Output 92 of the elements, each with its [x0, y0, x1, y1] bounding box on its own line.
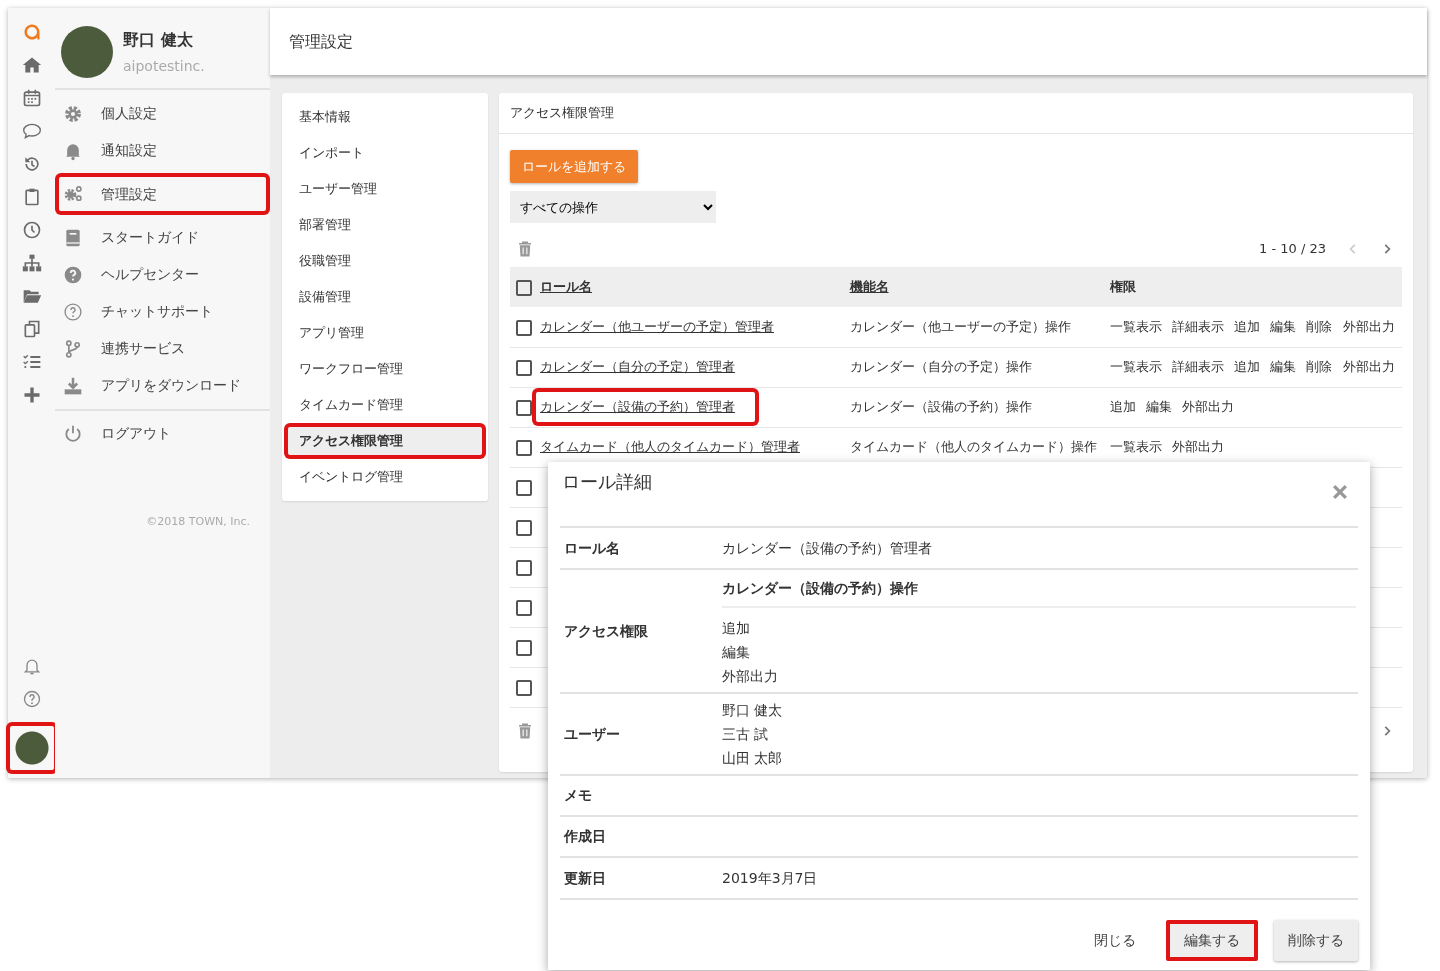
field-label: 作成日 — [562, 827, 607, 846]
calendar-icon[interactable] — [21, 88, 42, 108]
table-cell: 追加 編集 外部出力 — [1109, 399, 1235, 415]
subnav-item[interactable]: インポート — [284, 135, 486, 171]
function-name: カレンダー（設備の予約）操作 — [722, 570, 1356, 608]
dialog-title: ロール詳細 — [562, 470, 652, 494]
help-icon — [63, 264, 83, 285]
org-chart-icon[interactable] — [21, 253, 42, 273]
clock-icon[interactable] — [21, 220, 42, 240]
column-header[interactable]: ロール名 — [540, 279, 592, 295]
menu-item[interactable]: 連携サービス — [55, 330, 270, 367]
checkbox[interactable] — [516, 319, 532, 336]
copyright: ©2018 TOWN, Inc. — [145, 514, 251, 530]
menu-item[interactable]: ヘルプセンター — [55, 256, 270, 293]
field-label: アクセス権限 — [563, 621, 649, 641]
page-title: 管理設定 — [289, 30, 353, 53]
field-label: メモ — [563, 786, 593, 805]
table-cell: カレンダー（自分の予定）操作 — [849, 359, 1032, 375]
checkbox[interactable] — [516, 679, 532, 696]
checkbox[interactable] — [516, 479, 532, 496]
subnav-item[interactable]: 設備管理 — [284, 279, 486, 315]
permission-item: 外部出力 — [722, 667, 779, 686]
checkbox[interactable] — [516, 439, 532, 456]
trash-icon[interactable] — [516, 240, 534, 258]
table-cell: 一覧表示 詳細表示 追加 編集 削除 外部出力 — [1109, 359, 1395, 375]
menu-item[interactable]: 管理設定 — [55, 173, 270, 215]
user-name: 野口 健太 — [722, 701, 784, 720]
close-icon[interactable] — [1330, 482, 1350, 502]
table-cell: カレンダー（他ユーザーの予定）操作 — [849, 319, 1071, 334]
user-name: 野口 健太 — [123, 28, 194, 51]
checkbox[interactable] — [516, 279, 532, 296]
field-label: ユーザー — [563, 724, 621, 744]
column-header[interactable]: 機能名 — [849, 279, 889, 295]
help-icon[interactable] — [21, 689, 42, 709]
trash-icon[interactable] — [516, 721, 534, 740]
table-cell: カレンダー（設備の予約）操作 — [849, 399, 1032, 415]
user-name: 三古 試 — [722, 725, 770, 744]
panel-title: アクセス権限管理 — [499, 93, 1413, 134]
permission-item: 編集 — [722, 643, 751, 662]
field-label: 更新日 — [563, 868, 607, 888]
permission-item: 追加 — [722, 619, 751, 638]
subnav-item[interactable]: アクセス権限管理 — [284, 423, 486, 459]
avatar[interactable] — [5, 722, 58, 774]
field-value: カレンダー（設備の予約）管理者 — [722, 539, 933, 558]
role-link[interactable]: カレンダー（他ユーザーの予定）管理者 — [532, 308, 798, 346]
dialog-button[interactable]: 編集する — [1166, 920, 1258, 961]
home-icon[interactable] — [21, 55, 42, 75]
pagination-text: 1 - 10 / 23 — [1259, 240, 1326, 259]
menu-item[interactable]: 通知設定 — [55, 132, 270, 169]
dialog-button[interactable]: 閉じる — [1080, 920, 1150, 961]
avatar[interactable] — [61, 26, 113, 78]
subnav-item[interactable]: 基本情報 — [284, 99, 486, 135]
branch-icon — [63, 338, 83, 359]
help-icon — [63, 301, 83, 322]
table-cell: タイムカード（他人のタイムカード）操作 — [849, 439, 1097, 455]
user-name: 山田 太郎 — [722, 749, 784, 768]
column-header: 権限 — [1109, 279, 1136, 295]
checkbox[interactable] — [516, 359, 532, 376]
checkbox[interactable] — [516, 599, 532, 616]
subnav-item[interactable]: 部署管理 — [284, 207, 486, 243]
subnav-item[interactable]: ワークフロー管理 — [284, 351, 486, 387]
menu-item[interactable]: スタートガイド — [55, 219, 270, 256]
chat-bubble-icon[interactable] — [21, 121, 42, 141]
role-link[interactable]: タイムカード（他人のタイムカード）管理者 — [532, 428, 824, 466]
field-value: 2019年3月7日 — [722, 869, 819, 888]
power-icon — [63, 423, 83, 444]
checkbox[interactable] — [516, 399, 532, 416]
book-icon — [63, 227, 83, 248]
subnav-item[interactable]: ユーザー管理 — [284, 171, 486, 207]
menu-item[interactable]: 個人設定 — [55, 95, 270, 132]
role-link[interactable]: カレンダー（自分の予定）管理者 — [532, 348, 759, 386]
table-cell: 一覧表示 詳細表示 追加 編集 削除 外部出力 — [1109, 319, 1395, 334]
download-icon — [63, 375, 83, 396]
checkbox[interactable] — [516, 639, 532, 656]
role-link[interactable]: カレンダー（設備の予約）管理者 — [532, 388, 759, 426]
gears-icon — [63, 184, 83, 204]
logo-icon — [21, 22, 42, 42]
subnav-item[interactable]: イベントログ管理 — [284, 459, 486, 495]
logout-item[interactable]: ログアウト — [55, 415, 270, 452]
gear-icon — [63, 103, 83, 124]
field-label: ロール名 — [563, 538, 621, 558]
table-cell: 一覧表示 外部出力 — [1109, 439, 1224, 455]
subnav-item[interactable]: 役職管理 — [284, 243, 486, 279]
dialog-button[interactable]: 削除する — [1274, 920, 1358, 961]
filter-select[interactable]: すべての操作 — [510, 191, 716, 223]
org-name: aipotestinc. — [123, 56, 205, 76]
menu-item[interactable]: チャットサポート — [55, 293, 270, 330]
checkbox[interactable] — [516, 519, 532, 536]
subnav-item[interactable]: タイムカード管理 — [284, 387, 486, 423]
subnav-item[interactable]: アプリ管理 — [284, 315, 486, 351]
checkbox[interactable] — [516, 559, 532, 576]
menu-item[interactable]: アプリをダウンロード — [55, 367, 270, 404]
